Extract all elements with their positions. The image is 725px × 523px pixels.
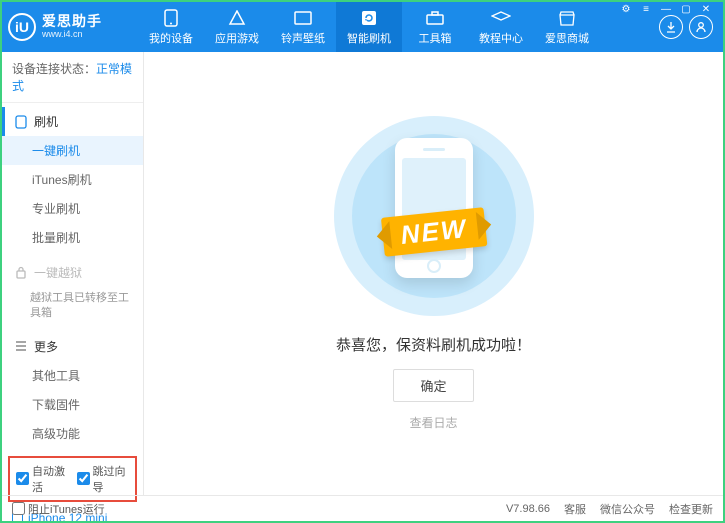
sidebar: 设备连接状态：正常模式 刷机 一键刷机 iTunes刷机 专业刷机 批量刷机 一… bbox=[2, 52, 144, 495]
logo-icon: iU bbox=[8, 13, 36, 41]
section-title: 一键越狱 bbox=[34, 264, 82, 281]
check-update-link[interactable]: 检查更新 bbox=[669, 501, 713, 517]
checkbox-label: 跳过向导 bbox=[93, 463, 130, 495]
maximize-icon[interactable]: ▢ bbox=[679, 4, 693, 15]
nav-label: 教程中心 bbox=[479, 30, 523, 46]
connection-status: 设备连接状态：正常模式 bbox=[2, 52, 143, 103]
checkbox-skip-guide[interactable]: 跳过向导 bbox=[77, 463, 130, 495]
sidebar-item-itunes-flash[interactable]: iTunes刷机 bbox=[2, 165, 143, 194]
success-message: 恭喜您，保资料刷机成功啦！ bbox=[336, 334, 531, 355]
section-title: 更多 bbox=[34, 338, 58, 355]
apps-icon bbox=[227, 9, 247, 27]
checkbox-auto-activate[interactable]: 自动激活 bbox=[16, 463, 69, 495]
section-more: 更多 其他工具 下载固件 高级功能 bbox=[2, 328, 143, 450]
body: 设备连接状态：正常模式 刷机 一键刷机 iTunes刷机 专业刷机 批量刷机 一… bbox=[2, 52, 723, 495]
nav-label: 我的设备 bbox=[149, 30, 193, 46]
toolbox-icon bbox=[425, 9, 445, 27]
user-button[interactable] bbox=[689, 15, 713, 39]
nav-store[interactable]: 爱思商城 bbox=[534, 2, 600, 52]
sidebar-item-oneclick-flash[interactable]: 一键刷机 bbox=[2, 136, 143, 165]
statusbar: 阻止iTunes运行 V7.98.66 客服 微信公众号 检查更新 bbox=[2, 495, 723, 521]
nav-apps-games[interactable]: 应用游戏 bbox=[204, 2, 270, 52]
app-logo: iU 爱思助手 www.i4.cn bbox=[8, 13, 138, 41]
graduation-icon bbox=[491, 9, 511, 27]
wechat-link[interactable]: 微信公众号 bbox=[600, 501, 655, 517]
checkbox-label: 自动激活 bbox=[32, 463, 69, 495]
section-jailbreak: 一键越狱 越狱工具已转移至工具箱 bbox=[2, 254, 143, 328]
sidebar-item-download-firmware[interactable]: 下载固件 bbox=[2, 390, 143, 419]
section-head-flash[interactable]: 刷机 bbox=[2, 107, 143, 136]
sidebar-item-advanced[interactable]: 高级功能 bbox=[2, 419, 143, 448]
view-log-link[interactable]: 查看日志 bbox=[409, 414, 457, 431]
close-icon[interactable]: ✕ bbox=[699, 4, 713, 15]
nav-toolbox[interactable]: 工具箱 bbox=[402, 2, 468, 52]
sidebar-item-other-tools[interactable]: 其他工具 bbox=[2, 361, 143, 390]
conn-label: 设备连接状态： bbox=[12, 62, 96, 76]
checkbox-label: 阻止iTunes运行 bbox=[28, 501, 105, 517]
nav-ringtone-wallpaper[interactable]: 铃声壁纸 bbox=[270, 2, 336, 52]
nav-label: 智能刷机 bbox=[347, 30, 391, 46]
download-button[interactable] bbox=[659, 15, 683, 39]
menu-icon[interactable]: ≡ bbox=[639, 4, 653, 15]
store-icon bbox=[557, 9, 577, 27]
ok-button[interactable]: 确定 bbox=[393, 369, 473, 402]
refresh-icon bbox=[359, 9, 379, 27]
section-head-more[interactable]: 更多 bbox=[2, 332, 143, 361]
sidebar-item-batch-flash[interactable]: 批量刷机 bbox=[2, 223, 143, 252]
section-flash: 刷机 一键刷机 iTunes刷机 专业刷机 批量刷机 bbox=[2, 103, 143, 254]
window-controls: ⚙ ≡ — ▢ ✕ bbox=[619, 4, 713, 15]
flash-icon bbox=[14, 115, 28, 129]
success-illustration: NEW bbox=[334, 116, 534, 316]
section-title: 刷机 bbox=[34, 113, 58, 130]
phone-icon bbox=[161, 9, 181, 27]
nav-my-device[interactable]: 我的设备 bbox=[138, 2, 204, 52]
titlebar-right bbox=[659, 15, 713, 39]
nav-tutorials[interactable]: 教程中心 bbox=[468, 2, 534, 52]
customer-service-link[interactable]: 客服 bbox=[564, 501, 586, 517]
lock-icon bbox=[14, 266, 28, 280]
checkbox-block-itunes[interactable]: 阻止iTunes运行 bbox=[12, 501, 105, 517]
app-window: ⚙ ≡ — ▢ ✕ iU 爱思助手 www.i4.cn 我的设备 应用游戏 铃声 bbox=[0, 0, 725, 523]
top-nav: 我的设备 应用游戏 铃声壁纸 智能刷机 工具箱 教程中心 bbox=[138, 2, 659, 52]
jailbreak-note: 越狱工具已转移至工具箱 bbox=[30, 291, 131, 322]
minimize-icon[interactable]: — bbox=[659, 4, 673, 15]
list-icon bbox=[14, 339, 28, 353]
nav-label: 工具箱 bbox=[419, 30, 452, 46]
nav-label: 铃声壁纸 bbox=[281, 30, 325, 46]
app-subtitle: www.i4.cn bbox=[42, 30, 102, 40]
main-content: NEW 恭喜您，保资料刷机成功啦！ 确定 查看日志 bbox=[144, 52, 723, 495]
section-head-jailbreak[interactable]: 一键越狱 bbox=[2, 258, 143, 287]
titlebar: iU 爱思助手 www.i4.cn 我的设备 应用游戏 铃声壁纸 智能刷机 bbox=[2, 2, 723, 52]
sidebar-item-pro-flash[interactable]: 专业刷机 bbox=[2, 194, 143, 223]
version-label: V7.98.66 bbox=[506, 503, 550, 515]
app-title: 爱思助手 bbox=[42, 14, 102, 29]
wallpaper-icon bbox=[293, 9, 313, 27]
settings-icon[interactable]: ⚙ bbox=[619, 4, 633, 15]
nav-label: 爱思商城 bbox=[545, 30, 589, 46]
phone-icon bbox=[395, 138, 473, 278]
nav-label: 应用游戏 bbox=[215, 30, 259, 46]
nav-smart-flash[interactable]: 智能刷机 bbox=[336, 2, 402, 52]
